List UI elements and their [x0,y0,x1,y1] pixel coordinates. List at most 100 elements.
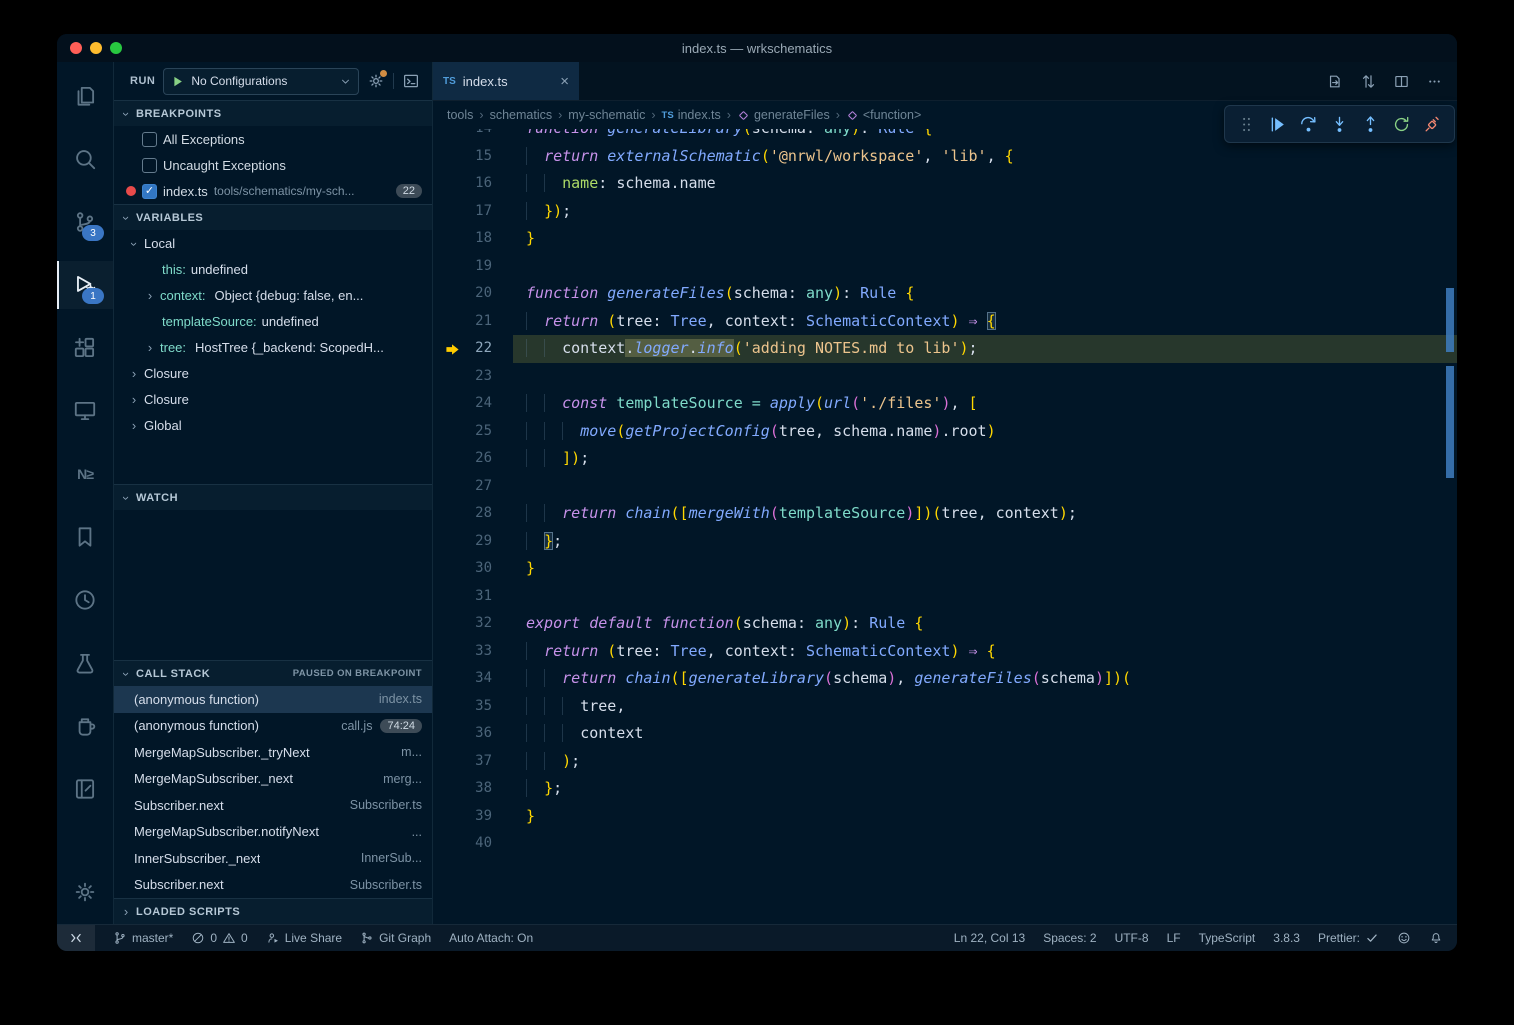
line-gutter[interactable]: 18 [433,225,513,253]
breakpoint-checkbox[interactable] [142,132,157,147]
status-auto-attach[interactable]: Auto Attach: On [449,931,533,945]
line-gutter[interactable]: 22 [433,335,513,363]
restart-button[interactable] [1388,111,1415,138]
activity-bar-nx-console[interactable]: N≥ [57,450,113,498]
status-indentation[interactable]: Spaces: 2 [1043,931,1096,945]
minimize-window-button[interactable] [90,42,102,54]
activity-bar-gitlens[interactable] [57,765,113,813]
variables-header[interactable]: › VARIABLES [114,204,432,230]
line-gutter[interactable]: 28 [433,500,513,528]
call-stack-frame[interactable]: MergeMapSubscriber.notifyNext... [114,819,432,846]
debug-config-dropdown[interactable]: No Configurations [163,68,359,95]
activity-bar-extensions[interactable] [57,324,113,372]
activity-bar-search[interactable] [57,135,113,183]
code-editor[interactable]: 14function generateLibrary(schema: any):… [433,129,1457,924]
breadcrumb-item[interactable]: my-schematic [568,108,645,122]
variable-item[interactable]: templateSource:undefined [114,308,432,334]
status-git-graph[interactable]: Git Graph [360,931,431,945]
line-gutter[interactable]: 37 [433,748,513,776]
drag-handle[interactable] [1233,111,1260,138]
line-gutter[interactable]: 35 [433,693,513,721]
step-over-button[interactable] [1295,111,1322,138]
status-eol[interactable]: LF [1167,931,1181,945]
line-gutter[interactable]: 24 [433,390,513,418]
breakpoint-item[interactable]: All Exceptions [114,126,432,152]
split-editor-icon[interactable] [1393,73,1410,90]
call-stack-frame[interactable]: MergeMapSubscriber._tryNextm... [114,739,432,766]
breakpoints-header[interactable]: › BREAKPOINTS [114,100,432,126]
line-gutter[interactable]: 23 [433,363,513,391]
debug-console-icon[interactable] [402,72,420,90]
more-actions-icon[interactable] [1426,73,1443,90]
line-gutter[interactable]: 39 [433,803,513,831]
breadcrumb-item[interactable]: generateFiles [737,108,830,122]
status-live-share[interactable]: Live Share [266,931,342,945]
close-tab-icon[interactable]: × [560,74,569,89]
tab-index-ts[interactable]: TS index.ts × [433,62,579,100]
breakpoint-item[interactable]: Uncaught Exceptions [114,152,432,178]
breadcrumb-item[interactable]: tools [447,108,473,122]
line-gutter[interactable]: 36 [433,720,513,748]
breadcrumb-item[interactable]: <function> [846,108,921,122]
activity-bar-source-control[interactable]: 3 [57,198,113,246]
line-gutter[interactable]: 32 [433,610,513,638]
line-gutter[interactable]: 31 [433,583,513,611]
call-stack-frame[interactable]: MergeMapSubscriber._nextmerg... [114,766,432,793]
activity-bar-explorer[interactable] [57,72,113,120]
loaded-scripts-header[interactable]: › LOADED SCRIPTS [114,898,432,924]
call-stack-header[interactable]: › CALL STACK PAUSED ON BREAKPOINT [114,660,432,686]
variables-scope-closure[interactable]: ›Closure [114,360,432,386]
breakpoint-checkbox[interactable] [142,184,157,199]
continue-button[interactable] [1264,111,1291,138]
compare-changes-icon[interactable] [1360,73,1377,90]
status-cursor-position[interactable]: Ln 22, Col 13 [954,931,1025,945]
status-remote-indicator[interactable] [57,925,95,951]
configure-gear-icon[interactable] [367,72,385,90]
variable-item[interactable]: ›tree:HostTree {_backend: ScopedH... [114,334,432,360]
call-stack-frame[interactable]: Subscriber.nextSubscriber.ts [114,792,432,819]
activity-bar-code-time[interactable] [57,576,113,624]
titlebar[interactable]: index.ts — wrkschematics [57,34,1457,62]
status-git-branch[interactable]: master* [113,931,173,945]
variable-item[interactable]: ›context:Object {debug: false, en... [114,282,432,308]
step-into-button[interactable] [1326,111,1353,138]
overview-ruler[interactable] [1443,129,1457,924]
variables-scope-closure[interactable]: ›Closure [114,386,432,412]
line-gutter[interactable]: 16 [433,170,513,198]
variables-scope-local[interactable]: ›Local [114,230,432,256]
open-changes-icon[interactable] [1327,73,1344,90]
line-gutter[interactable]: 14 [433,129,513,143]
line-gutter[interactable]: 27 [433,473,513,501]
status-language-mode[interactable]: TypeScript [1199,931,1256,945]
line-gutter[interactable]: 25 [433,418,513,446]
breakpoint-checkbox[interactable] [142,158,157,173]
breadcrumb-item[interactable]: TSindex.ts [662,108,721,122]
line-gutter[interactable]: 26 [433,445,513,473]
call-stack-frame[interactable]: (anonymous function)call.js74:24 [114,713,432,740]
line-gutter[interactable]: 15 [433,143,513,171]
zoom-window-button[interactable] [110,42,122,54]
activity-bar-bookmarks[interactable] [57,513,113,561]
line-gutter[interactable]: 33 [433,638,513,666]
activity-bar-remote-explorer[interactable] [57,387,113,435]
call-stack-frame[interactable]: (anonymous function)index.ts [114,686,432,713]
call-stack-frame[interactable]: Subscriber.nextSubscriber.ts [114,872,432,899]
activity-bar-docker[interactable] [57,702,113,750]
variables-scope-global[interactable]: ›Global [114,412,432,438]
breakpoint-item[interactable]: index.tstools/schematics/my-sch...22 [114,178,432,204]
line-gutter[interactable]: 21 [433,308,513,336]
breadcrumb-item[interactable]: schematics [490,108,553,122]
line-gutter[interactable]: 19 [433,253,513,281]
status-problems[interactable]: 00 [191,931,247,945]
line-gutter[interactable]: 30 [433,555,513,583]
disconnect-button[interactable] [1419,111,1446,138]
call-stack-frame[interactable]: InnerSubscriber._nextInnerSub... [114,845,432,872]
close-window-button[interactable] [70,42,82,54]
line-gutter[interactable]: 20 [433,280,513,308]
activity-bar-test-explorer[interactable] [57,639,113,687]
status-notifications[interactable] [1429,931,1443,945]
step-out-button[interactable] [1357,111,1384,138]
line-gutter[interactable]: 17 [433,198,513,226]
status-prettier[interactable]: Prettier: [1318,931,1379,945]
status-feedback[interactable] [1397,931,1411,945]
